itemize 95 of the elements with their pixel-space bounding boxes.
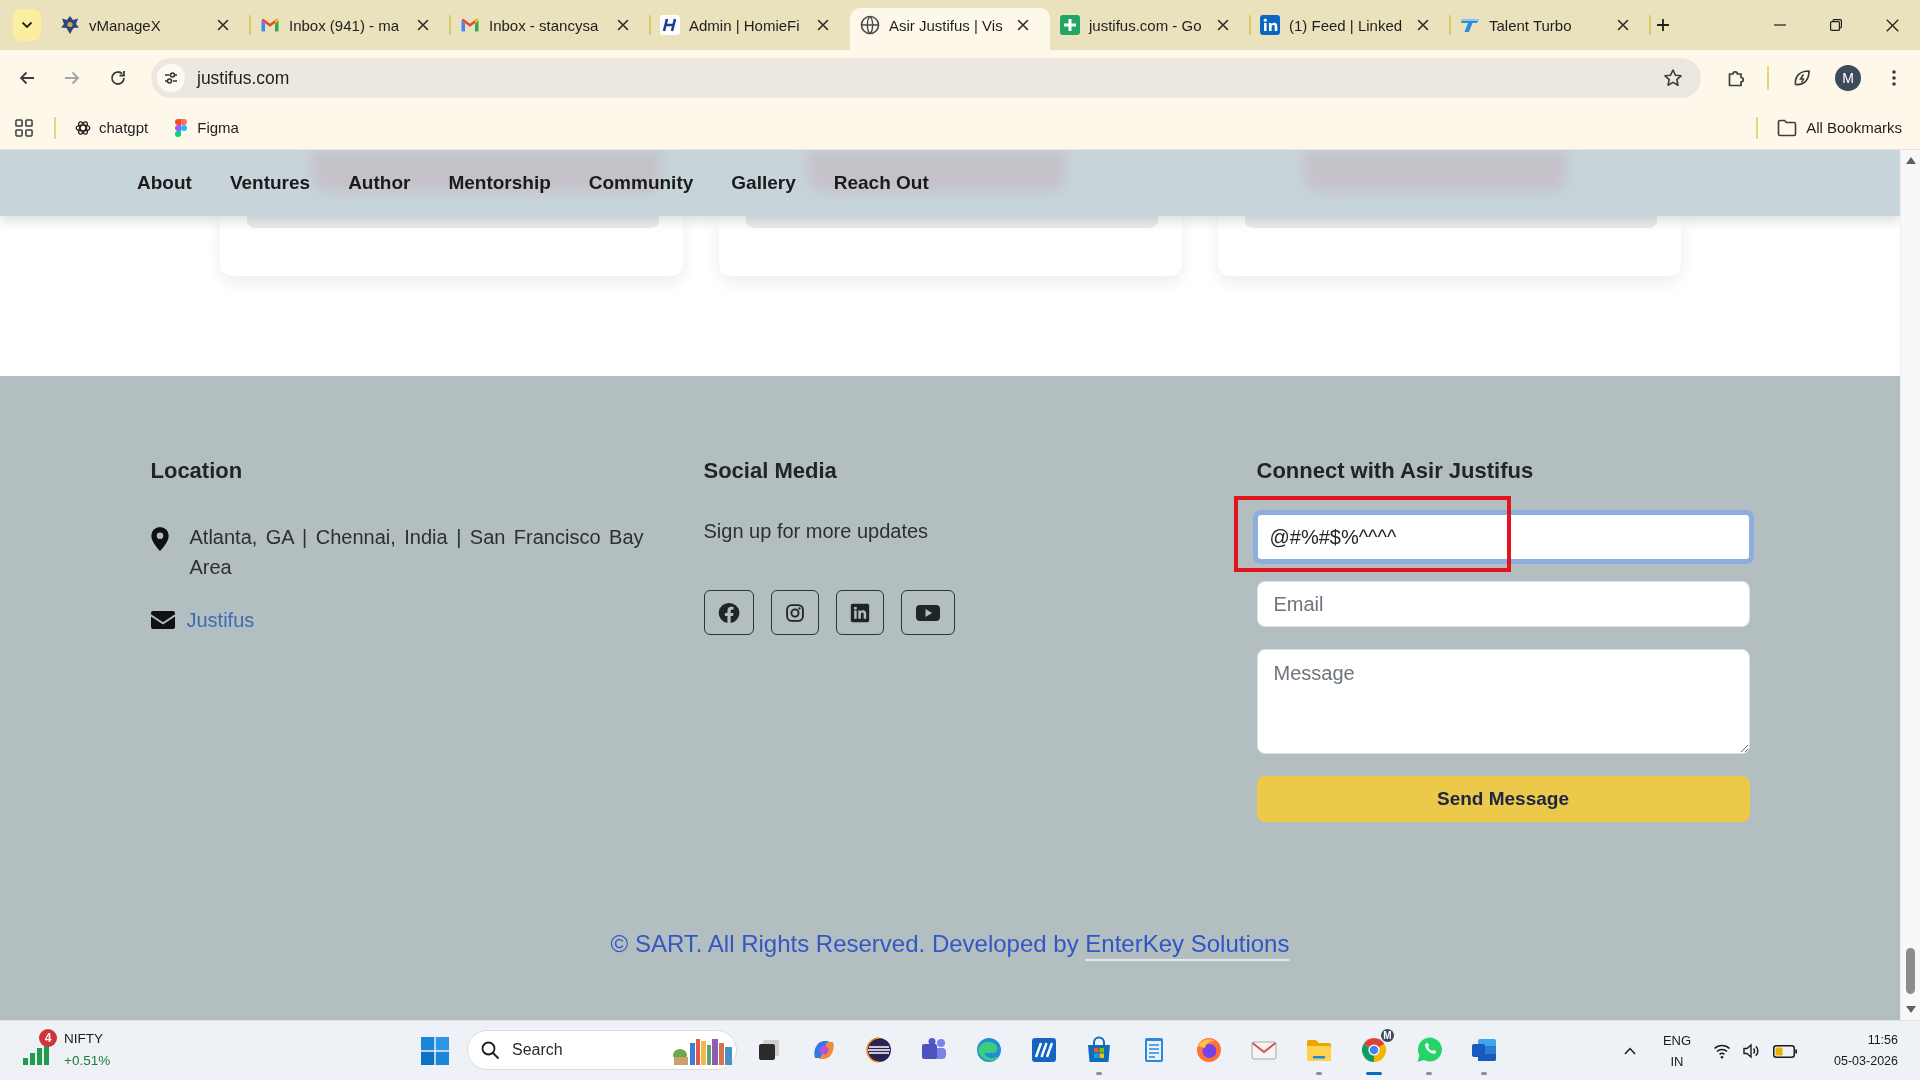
search-field[interactable]: Search [467, 1030, 737, 1070]
extensions-icon[interactable] [1726, 68, 1746, 88]
facebook-icon [717, 601, 740, 624]
plus-icon[interactable] [1656, 18, 1670, 32]
tab-title: Admin | HomieFi [689, 16, 801, 34]
tab-title: Inbox (941) - ma [289, 16, 401, 34]
browser-tab[interactable]: Inbox - stancysa [450, 8, 650, 50]
bookmark-star-icon[interactable] [1663, 68, 1683, 88]
nav-link[interactable]: Community [588, 170, 694, 196]
close-icon[interactable] [1017, 19, 1029, 31]
close-icon[interactable] [617, 19, 629, 31]
url-text: justifus.com [197, 67, 290, 89]
browser-tab[interactable]: (1) Feed | Linked [1250, 8, 1450, 50]
scrollbar-thumb[interactable] [1906, 948, 1915, 994]
close-icon[interactable] [817, 19, 829, 31]
windows-icon[interactable] [421, 1037, 449, 1065]
ticker-name: NIFTY [64, 1030, 104, 1048]
tab-title: (1) Feed | Linked [1289, 16, 1404, 34]
browser-tab[interactable]: Talent Turbo [1450, 8, 1650, 50]
facebook-button[interactable] [703, 590, 754, 635]
region-text[interactable]: IN [1662, 1051, 1692, 1072]
bookmark-item[interactable]: Figma [167, 111, 245, 144]
globe-icon [860, 15, 880, 35]
instagram-button[interactable] [770, 590, 819, 635]
leaf-icon[interactable] [1792, 68, 1812, 88]
close-icon[interactable] [1885, 18, 1899, 32]
nav-link[interactable]: Gallery [731, 170, 796, 196]
tab-title: vManageX [89, 16, 162, 34]
send-message-button[interactable]: Send Message [1256, 776, 1750, 822]
location-pin-icon [150, 527, 169, 551]
instagram-icon [784, 602, 805, 623]
linkedin-icon [849, 602, 870, 623]
signup-text: Sign up for more updates [703, 519, 930, 544]
restore-icon[interactable] [1830, 19, 1842, 31]
youtube-button[interactable] [900, 590, 955, 635]
textarea-field[interactable]: Message [1256, 649, 1750, 754]
section-heading: Connect with Asir Justifus [1256, 458, 1535, 484]
address-bar[interactable]: justifus.com [151, 58, 1701, 98]
clock-time[interactable]: 11:56 [1834, 1030, 1898, 1051]
reload-icon[interactable] [108, 68, 128, 88]
folder-icon [1777, 118, 1798, 137]
nav-link[interactable]: Author [348, 170, 411, 196]
close-icon[interactable] [1417, 19, 1429, 31]
bookmark-item[interactable]: chatgpt [69, 111, 155, 144]
envelope-icon [150, 611, 175, 629]
tab-search-button[interactable] [13, 9, 41, 41]
wifi-icon[interactable] [1713, 1042, 1732, 1059]
apps-grid-icon[interactable] [15, 118, 33, 137]
tab-title: Talent Turbo [1489, 16, 1573, 34]
input-field[interactable]: Email [1256, 581, 1750, 627]
section-heading: Social Media [703, 458, 838, 484]
linkedin-icon [1260, 15, 1280, 35]
browser-tab[interactable]: Inbox (941) - ma [250, 8, 450, 50]
knot-icon [75, 119, 91, 136]
browser-tab[interactable]: justifus.com - Go [1050, 8, 1250, 50]
search-icon [481, 1041, 499, 1059]
tab-title: Asir Justifus | Vis [889, 16, 1004, 34]
linkedin-button[interactable] [835, 590, 884, 635]
nav-link[interactable]: About [137, 170, 192, 196]
chevron-up-icon[interactable] [1623, 1047, 1636, 1055]
h-logo-icon [660, 15, 680, 35]
clock-date[interactable]: 05-03-2026 [1834, 1051, 1898, 1072]
nav-link[interactable]: Ventures [229, 170, 311, 196]
address-text: Atlanta, GA | Chennai, India | San Francisco Bay Area [189, 525, 644, 580]
scroll-down-icon[interactable] [1905, 1006, 1916, 1013]
battery-icon[interactable] [1773, 1045, 1798, 1058]
profile-avatar[interactable]: M [1835, 65, 1861, 91]
close-icon[interactable] [1617, 19, 1629, 31]
nav-link[interactable]: Reach Out [833, 170, 929, 196]
eclipse-icon[interactable] [863, 1035, 894, 1065]
spreadsheet-icon [1060, 15, 1080, 35]
browser-tab[interactable]: Asir Justifus | Vis [850, 8, 1050, 50]
browser-tab[interactable]: Admin | HomieFi [650, 8, 850, 50]
volume-icon[interactable] [1743, 1042, 1760, 1060]
copyright-text: © SART. All Rights Reserved. Developed by EnterKey Solutions [609, 929, 1291, 959]
close-icon[interactable] [217, 19, 229, 31]
tab-title: Inbox - stancysa [489, 16, 600, 34]
emblem-icon [60, 15, 80, 35]
site-settings-icon[interactable] [157, 64, 185, 92]
ticker-change: +0.51% [64, 1052, 111, 1070]
close-icon[interactable] [1217, 19, 1229, 31]
notification-badge: 4 [39, 1029, 57, 1047]
youtube-icon [914, 602, 941, 623]
browser-tab[interactable]: vManageX [50, 8, 250, 50]
input-field[interactable]: @#%#$%^^^^ [1252, 510, 1754, 564]
all-bookmarks-button[interactable]: All Bookmarks [1771, 111, 1908, 144]
figma-icon [175, 118, 188, 137]
close-icon[interactable] [417, 19, 429, 31]
scroll-up-icon[interactable] [1905, 157, 1916, 164]
language-text[interactable]: ENG [1662, 1030, 1692, 1051]
nav-link[interactable]: Mentorship [448, 170, 551, 196]
section-heading: Location [150, 458, 244, 484]
chevron-down-icon [21, 21, 33, 29]
profile-badge: M [1380, 1028, 1395, 1043]
tab-title: justifus.com - Go [1089, 16, 1203, 34]
